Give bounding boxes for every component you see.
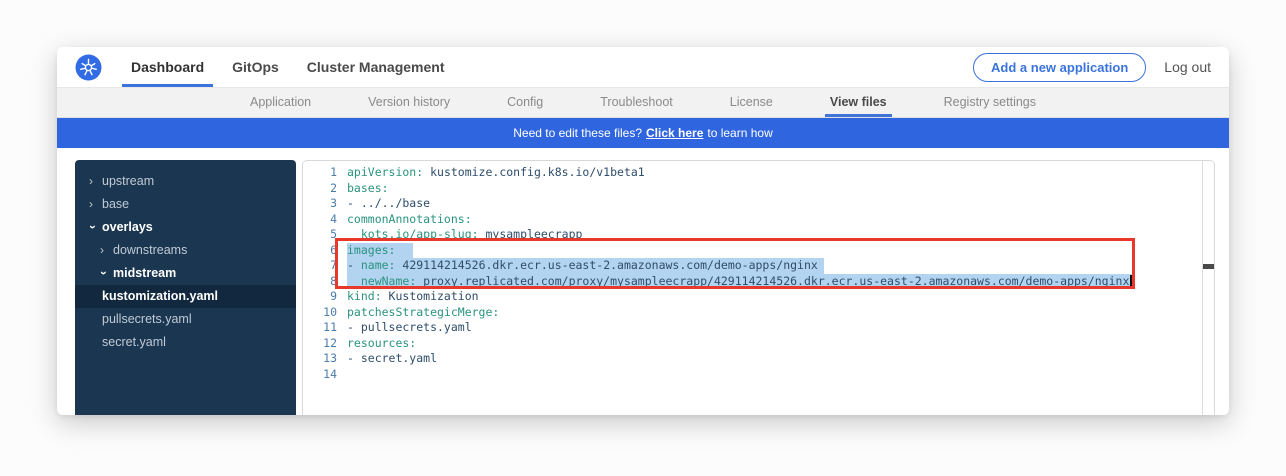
tree-item-label: kustomization.yaml [102, 285, 218, 308]
tree-file-pullsecrets-yaml[interactable]: pullsecrets.yaml [75, 308, 296, 331]
code-line-10: 10 patchesStrategicMerge: [303, 305, 1214, 321]
code-text: - ../../base [347, 196, 430, 212]
editor-scrollbar-track[interactable] [1202, 161, 1214, 415]
top-navigation-bar: DashboardGitOpsCluster Management Add a … [57, 47, 1229, 88]
tab-application[interactable]: Application [245, 88, 316, 117]
chevron-down-icon: › [81, 225, 104, 232]
code-text: - secret.yaml [347, 351, 437, 367]
code-text: - pullsecrets.yaml [347, 320, 472, 336]
code-line-1: 1 apiVersion: kustomize.config.k8s.io/v1b… [303, 165, 1214, 181]
tree-folder-base[interactable]: › base [75, 193, 296, 216]
tree-item-label: midstream [113, 262, 176, 285]
chevron-down-icon: › [92, 271, 115, 278]
line-number: 5 [303, 227, 337, 243]
banner-text-before: Need to edit these files? [513, 126, 642, 140]
line-number: 10 [303, 305, 337, 321]
line-number: 7 [303, 258, 337, 274]
code-text: commonAnnotations: [347, 212, 472, 228]
editor-scrollbar-thumb[interactable] [1203, 264, 1214, 269]
tree-folder-downstreams[interactable]: › downstreams [75, 239, 296, 262]
code-text: kind: Kustomization [347, 289, 479, 305]
code-line-4: 4 commonAnnotations: [303, 212, 1214, 228]
line-number: 12 [303, 336, 337, 352]
code-line-12: 12 resources: [303, 336, 1214, 352]
edit-files-banner: Need to edit these files? Click here to … [57, 118, 1229, 148]
app-section-tabs: Application Version history Config Troubles… [57, 88, 1229, 118]
tree-folder-overlays[interactable]: ›overlays [75, 216, 296, 239]
tab-version-history[interactable]: Version history [363, 88, 455, 117]
line-number: 4 [303, 212, 337, 228]
code-lines-container: 1 apiVersion: kustomize.config.k8s.io/v1b… [303, 165, 1214, 382]
chevron-right-icon: › [89, 193, 96, 216]
code-text: bases: [347, 181, 389, 197]
code-text: resources: [347, 336, 416, 352]
tree-item-label: secret.yaml [102, 331, 166, 354]
tree-item-label: base [102, 193, 129, 216]
logout-link[interactable]: Log out [1164, 59, 1211, 75]
nav-tab-cluster-management[interactable]: Cluster Management [298, 47, 454, 87]
tree-item-label: overlays [102, 216, 153, 239]
kubernetes-logo-icon [75, 54, 102, 81]
tree-file-kustomization-yaml[interactable]: kustomization.yaml [75, 285, 296, 308]
line-number: 1 [303, 165, 337, 181]
code-text: patchesStrategicMerge: [347, 305, 499, 321]
code-line-5: 5 kots.io/app-slug: mysampleecrapp [303, 227, 1214, 243]
line-number: 13 [303, 351, 337, 367]
banner-click-here-link[interactable]: Click here [646, 126, 703, 140]
tab-license[interactable]: License [725, 88, 778, 117]
code-text: kots.io/app-slug: mysampleecrapp [347, 227, 582, 243]
code-line-9: 9 kind: Kustomization [303, 289, 1214, 305]
nav-tab-gitops[interactable]: GitOps [223, 47, 288, 87]
line-number: 3 [303, 196, 337, 212]
chevron-right-icon: › [89, 170, 96, 193]
code-text: apiVersion: kustomize.config.k8s.io/v1be… [347, 165, 645, 181]
chevron-right-icon: › [100, 239, 107, 262]
code-line-13: 13 - secret.yaml [303, 351, 1214, 367]
line-number: 11 [303, 320, 337, 336]
line-number: 2 [303, 181, 337, 197]
tab-troubleshoot[interactable]: Troubleshoot [595, 88, 678, 117]
code-text: images: [347, 243, 413, 259]
line-number: 9 [303, 289, 337, 305]
line-number: 6 [303, 243, 337, 259]
nav-tab-dashboard[interactable]: Dashboard [122, 47, 213, 87]
admin-console-window: DashboardGitOpsCluster Management Add a … [57, 47, 1229, 415]
code-line-8: 8 newName: proxy.replicated.com/proxy/my… [303, 274, 1214, 290]
code-text: newName: proxy.replicated.com/proxy/mysa… [347, 274, 1132, 290]
banner-text-after: to learn how [707, 126, 772, 140]
code-line-11: 11 - pullsecrets.yaml [303, 320, 1214, 336]
line-number: 14 [303, 367, 337, 383]
tab-registry-settings[interactable]: Registry settings [939, 88, 1041, 117]
tree-folder-upstream[interactable]: › upstream [75, 170, 296, 193]
file-tree-sidebar: ›upstream›base›overlays›downstreams›mids… [75, 160, 296, 415]
code-text: - name: 429114214526.dkr.ecr.us-east-2.a… [347, 258, 824, 274]
tree-item-label: upstream [102, 170, 154, 193]
yaml-file-editor[interactable]: 1 apiVersion: kustomize.config.k8s.io/v1b… [302, 160, 1215, 415]
code-line-6: 6 images: [303, 243, 1214, 259]
tree-item-label: downstreams [113, 239, 187, 262]
tree-folder-midstream[interactable]: ›midstream [75, 262, 296, 285]
code-line-2: 2 bases: [303, 181, 1214, 197]
view-files-content: ›upstream›base›overlays›downstreams›mids… [57, 148, 1229, 415]
tree-item-label: pullsecrets.yaml [102, 308, 192, 331]
tab-config[interactable]: Config [502, 88, 548, 117]
tab-view-files[interactable]: View files [825, 88, 892, 117]
tree-file-secret-yaml[interactable]: secret.yaml [75, 331, 296, 354]
code-line-14: 14 [303, 367, 1214, 383]
code-line-7: 7 - name: 429114214526.dkr.ecr.us-east-2.… [303, 258, 1214, 274]
topnav-actions: Add a new application Log out [973, 53, 1211, 82]
primary-nav-tabs: DashboardGitOpsCluster Management [122, 47, 464, 87]
text-cursor [1130, 275, 1132, 288]
line-number: 8 [303, 274, 337, 290]
add-application-button[interactable]: Add a new application [973, 53, 1146, 82]
code-line-3: 3 - ../../base [303, 196, 1214, 212]
